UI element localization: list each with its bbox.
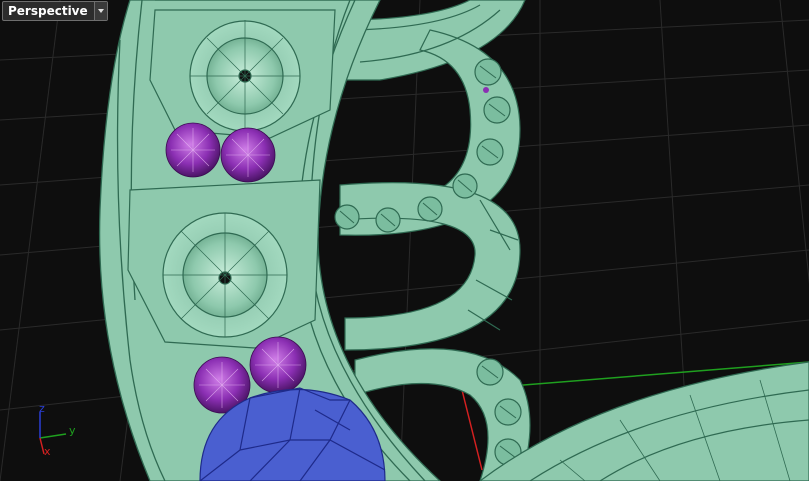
- viewport-title-tab[interactable]: Perspective: [2, 1, 108, 21]
- gizmo-y-label: y: [69, 424, 76, 437]
- viewport-title[interactable]: Perspective: [3, 2, 94, 20]
- gizmo-x-label: x: [44, 445, 51, 458]
- scene-render[interactable]: [0, 0, 809, 481]
- setting-lower: [127, 179, 321, 349]
- gizmo-z-label: z: [39, 402, 45, 415]
- chevron-down-icon[interactable]: [93, 2, 107, 20]
- setting-upper: [149, 9, 336, 139]
- perspective-viewport[interactable]: z y x Perspective: [0, 0, 809, 481]
- gizmo-y-axis: [39, 433, 67, 439]
